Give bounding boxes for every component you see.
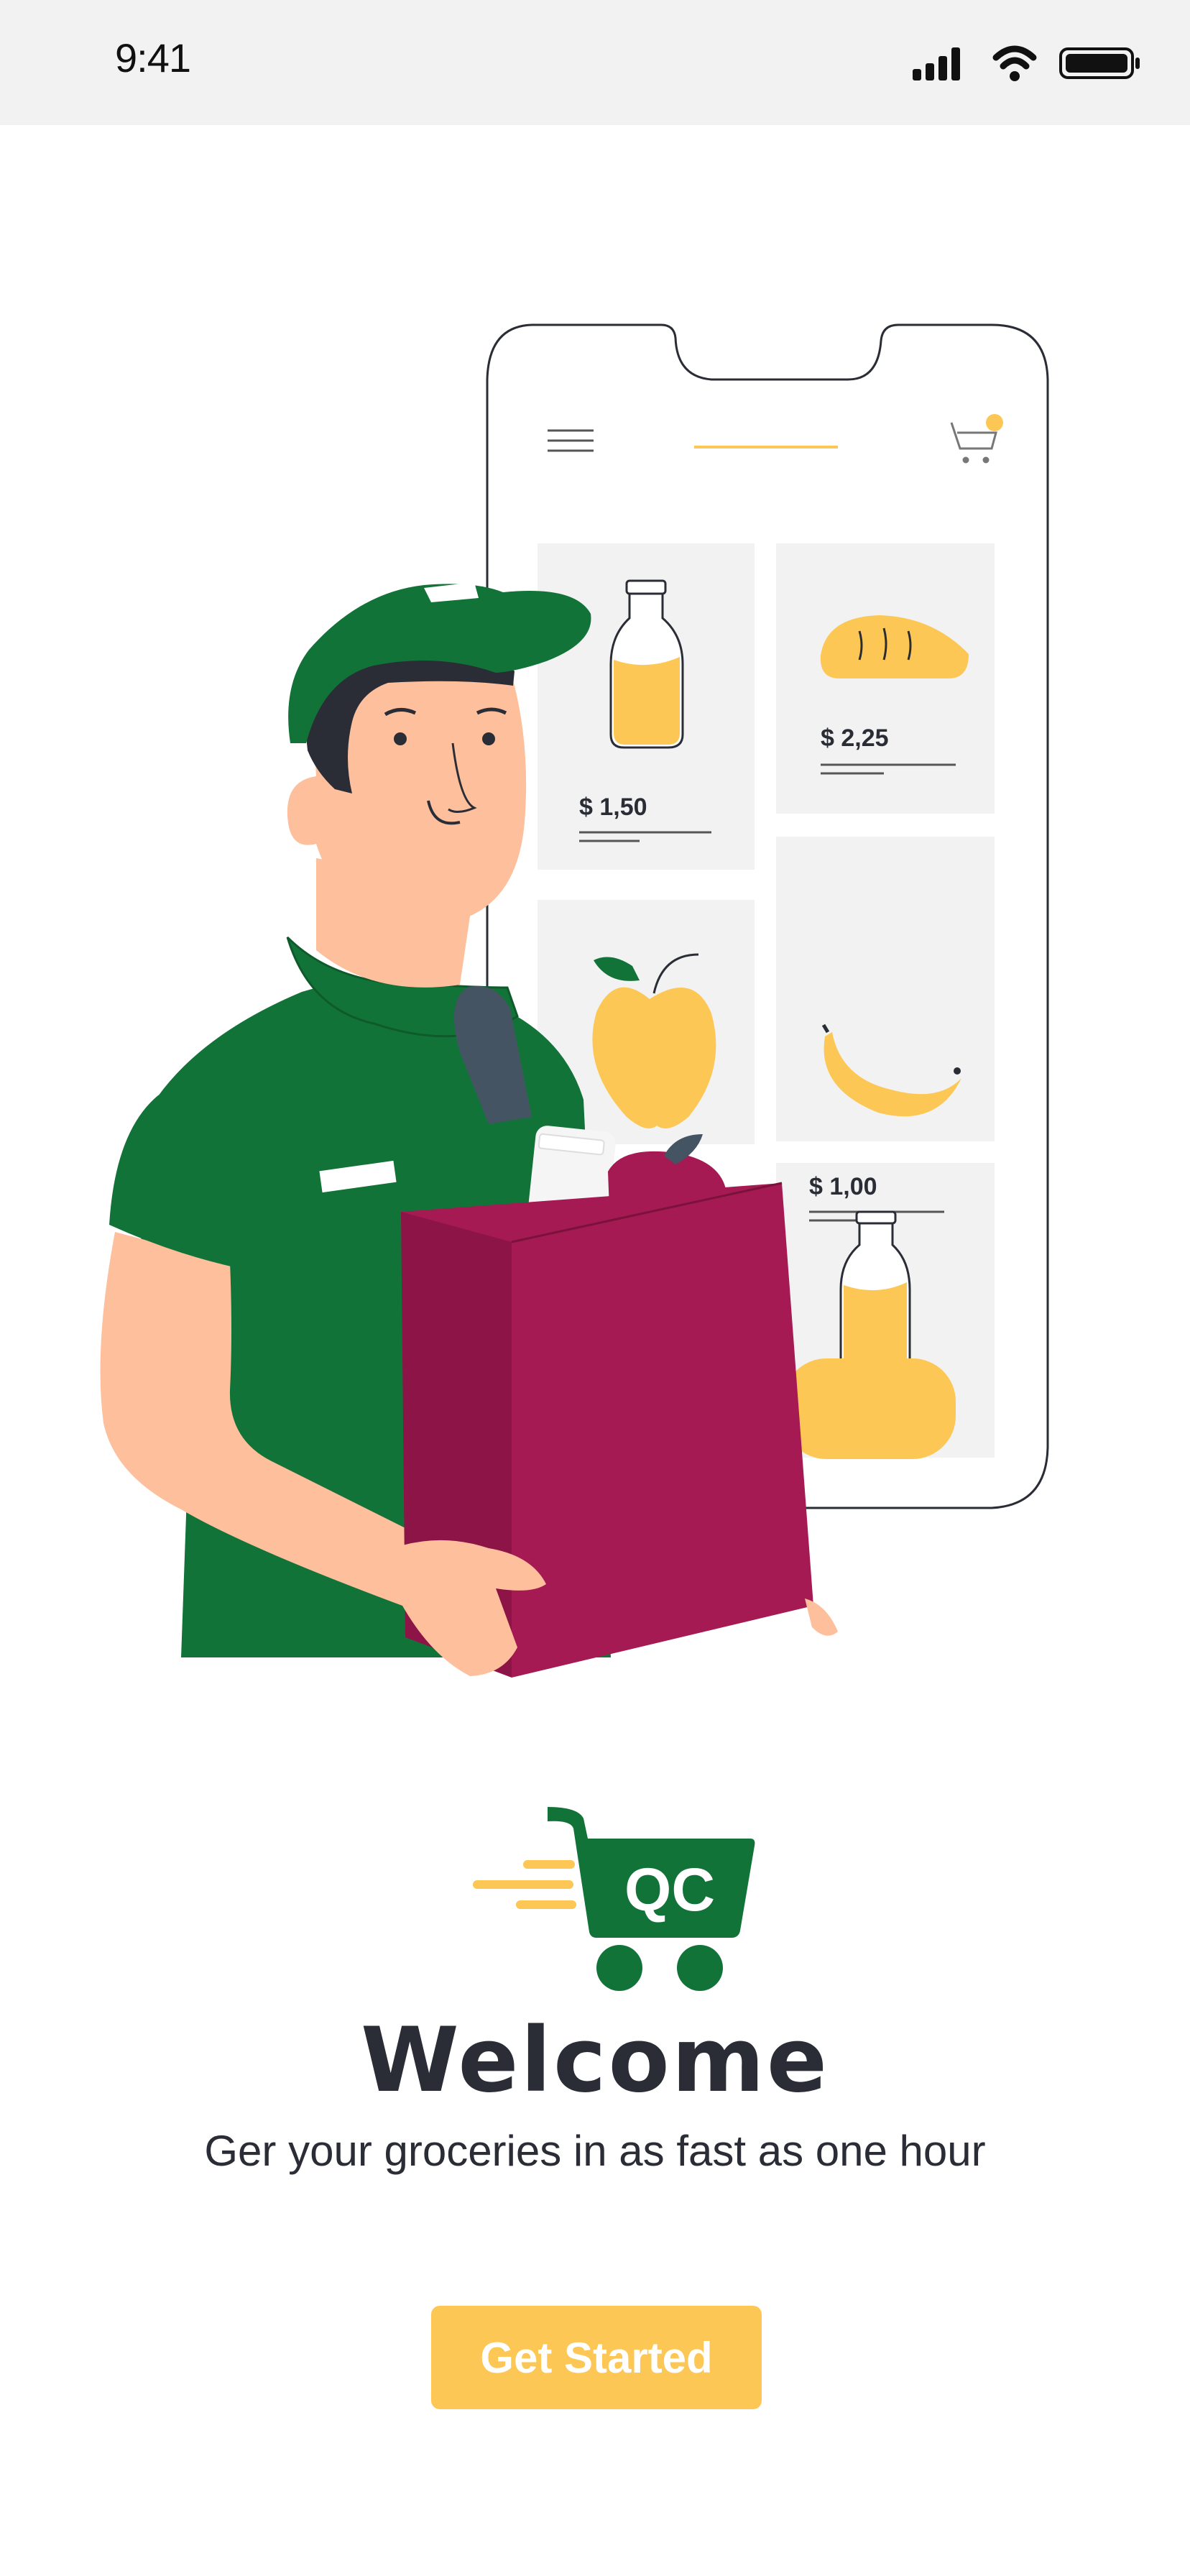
signal-icon xyxy=(913,47,960,80)
status-bar: 9:41 xyxy=(0,0,1190,125)
wifi-icon xyxy=(992,45,1037,81)
price-bread: $ 2,25 xyxy=(821,724,889,752)
price-juice: $ 1,50 xyxy=(579,794,647,821)
status-time: 9:41 xyxy=(115,35,191,80)
status-icons xyxy=(913,45,1140,81)
hero-illustration: $ 1,50 $ 2,25 50 $ 1,00 xyxy=(100,323,1049,1678)
cart-badge xyxy=(986,414,1003,431)
qc-cart-logo: QC xyxy=(473,1807,755,1991)
welcome-title: Welcome xyxy=(361,2009,829,2112)
battery-icon xyxy=(1059,47,1140,79)
logo-text: QC xyxy=(624,1856,715,1923)
bread-loaf xyxy=(783,1358,956,1459)
price-banana: $ 1,00 xyxy=(809,1173,877,1200)
welcome-subtitle: Ger your groceries in as fast as one hou… xyxy=(204,2127,986,2175)
get-started-button[interactable]: Get Started xyxy=(431,2306,762,2409)
speed-lines-icon xyxy=(473,1860,576,1909)
